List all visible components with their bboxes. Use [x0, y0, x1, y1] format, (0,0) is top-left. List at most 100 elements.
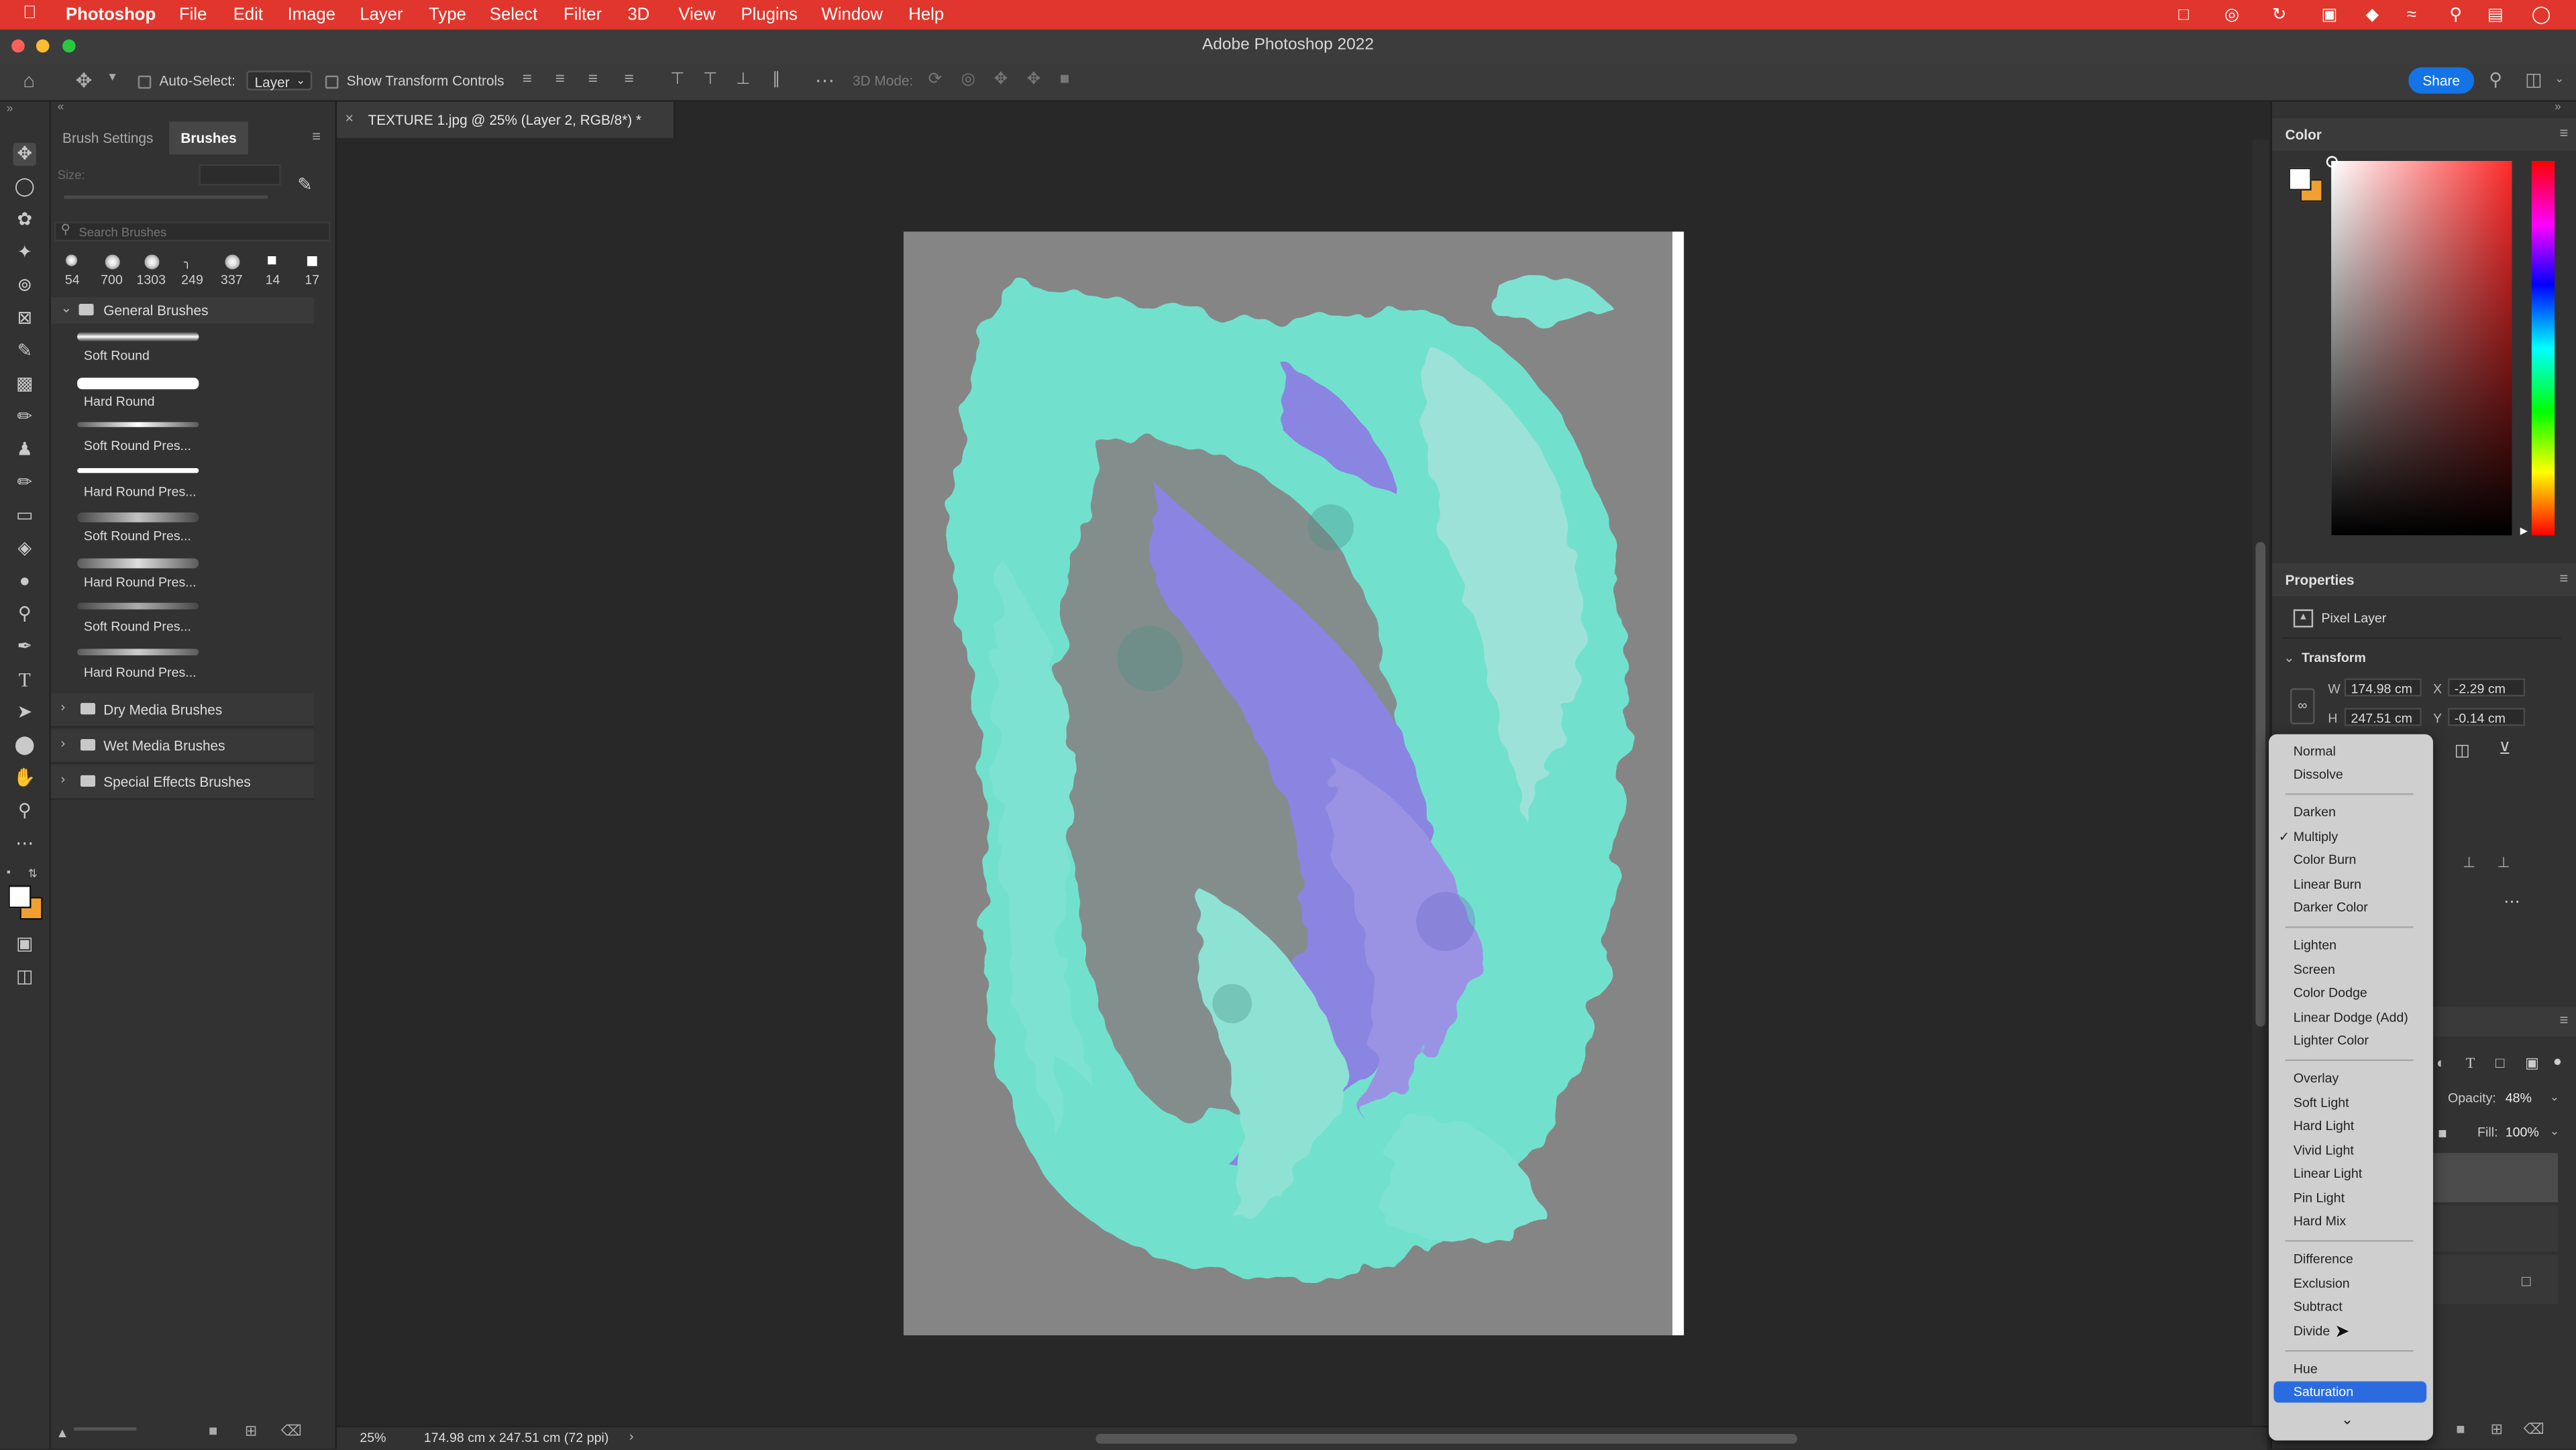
size-field[interactable] — [199, 164, 281, 186]
brush-search-input[interactable] — [78, 223, 325, 240]
transform-section-label[interactable]: Transform — [2302, 651, 2366, 665]
lasso-tool-icon[interactable]: ✿ — [13, 209, 36, 231]
blend-overlay[interactable]: Overlay — [2273, 1068, 2426, 1089]
quick-mask-icon[interactable]: ▣ — [13, 933, 36, 956]
collapse-arrows-icon[interactable]: » — [2555, 102, 2561, 113]
wifi-icon[interactable]: ≈ — [2407, 5, 2416, 24]
magic-wand-tool-icon[interactable]: ✦ — [13, 241, 36, 264]
edit-toolbar-icon[interactable]: ⋯ — [13, 833, 36, 856]
swap-colors-icon[interactable]: ⇅ — [28, 867, 38, 881]
layer-row-selected[interactable] — [2430, 1153, 2559, 1203]
zoom-level[interactable]: 25% — [360, 1431, 386, 1445]
brush-tool-icon[interactable]: ✏ — [13, 406, 36, 429]
recent-brush-dot[interactable] — [65, 254, 78, 266]
blend-lighten[interactable]: Lighten — [2273, 934, 2426, 956]
blend-lighter-color[interactable]: Lighter Color — [2273, 1030, 2426, 1052]
width-field[interactable]: 174.98 cm — [2344, 678, 2422, 697]
menu-image[interactable]: Image — [288, 5, 335, 24]
notification-icon[interactable]: ◆ — [2366, 5, 2379, 24]
menu-window[interactable]: Window — [821, 5, 882, 24]
pen-tool-icon[interactable]: ✒ — [13, 636, 36, 659]
healing-brush-tool-icon[interactable]: ▩ — [13, 373, 36, 396]
vertical-scrollbar[interactable] — [2252, 140, 2269, 1426]
brush-folder-special-effects[interactable]: › Special Effects Brushes — [50, 765, 314, 800]
blend-color-dodge[interactable]: Color Dodge — [2273, 982, 2426, 1003]
menu-file[interactable]: File — [179, 5, 207, 24]
thumbnail-size-slider[interactable] — [74, 1427, 137, 1431]
size-slider[interactable] — [64, 195, 268, 199]
new-layer-icon[interactable]: ⊞ — [2491, 1420, 2503, 1439]
eyedropper-tool-icon[interactable]: ✎ — [13, 340, 36, 363]
brush-options-icon[interactable]: ✎ — [297, 174, 313, 195]
recent-brush-dot[interactable] — [225, 254, 240, 270]
blend-linear-dodge[interactable]: Linear Dodge (Add) — [2273, 1007, 2426, 1028]
blend-subtract[interactable]: Subtract — [2273, 1296, 2426, 1317]
collapse-arrows-icon[interactable]: « — [58, 102, 64, 113]
workspace-icon[interactable]: ◫ — [2525, 69, 2542, 90]
horizontal-scroll-thumb[interactable] — [1095, 1433, 1798, 1444]
align-top-icon[interactable]: ⊤ — [670, 70, 684, 89]
chevron-down-icon[interactable]: ⌄ — [2284, 651, 2294, 665]
trash-icon[interactable]: ⌫ — [281, 1423, 302, 1441]
blend-hue[interactable]: Hue — [2273, 1358, 2426, 1380]
chevron-right-icon[interactable]: › — [629, 1429, 634, 1444]
hue-slider[interactable] — [2531, 161, 2555, 536]
hue-slider-handle[interactable]: ▶ — [2520, 526, 2528, 537]
align-center-icon[interactable]: ≡ — [555, 70, 565, 89]
orbit-3d-icon[interactable]: ⟳ — [928, 70, 943, 89]
fill-value[interactable]: 100% — [2506, 1125, 2539, 1140]
roll-3d-icon[interactable]: ◎ — [961, 70, 975, 89]
new-folder-icon[interactable]: ■ — [209, 1423, 217, 1439]
panel-menu-icon[interactable]: ≡ — [2560, 570, 2569, 586]
distribute-icon[interactable]: ⊥ — [2497, 854, 2510, 872]
layer-row[interactable] — [2430, 1205, 2559, 1252]
filter-toggle-icon[interactable]: ● — [2553, 1053, 2562, 1069]
blend-hard-mix[interactable]: Hard Mix — [2273, 1211, 2426, 1232]
blend-color-burn[interactable]: Color Burn — [2273, 849, 2426, 871]
display-icon[interactable]: ▣ — [2321, 5, 2337, 24]
menu-plugins[interactable]: Plugins — [741, 5, 797, 24]
new-group-icon[interactable]: ■ — [2456, 1420, 2465, 1437]
chevron-down-icon[interactable]: ⌄ — [2555, 72, 2564, 85]
blend-hard-light[interactable]: Hard Light — [2273, 1115, 2426, 1137]
siri-icon[interactable]: ◯ — [2532, 5, 2551, 24]
menu-layer[interactable]: Layer — [360, 5, 402, 24]
height-field[interactable]: 247.51 cm — [2344, 708, 2422, 726]
minimize-window-button[interactable] — [36, 39, 50, 53]
control-center-icon[interactable]: ▤ — [2487, 5, 2504, 24]
brush-item[interactable]: Hard Round Pres... — [74, 555, 337, 600]
flip-vertical-icon[interactable]: ⊻ — [2499, 740, 2511, 759]
spotlight-icon[interactable]: ⚲ — [2449, 5, 2462, 24]
menu-filter[interactable]: Filter — [564, 5, 602, 24]
tab-brush-settings[interactable]: Brush Settings — [51, 121, 165, 154]
align-left-icon[interactable]: ≡ — [523, 70, 532, 89]
document-tab[interactable]: × TEXTURE 1.jpg @ 25% (Layer 2, RGB/8*) … — [337, 101, 676, 138]
menu-select[interactable]: Select — [490, 5, 537, 24]
blend-divide[interactable]: Divide — [2273, 1321, 2426, 1342]
show-transform-checkbox[interactable] — [325, 75, 339, 89]
link-dimensions-icon[interactable]: ∞ — [2290, 688, 2315, 725]
blur-tool-icon[interactable]: ● — [13, 570, 36, 593]
chevron-down-icon[interactable]: ⌄ — [2550, 1125, 2559, 1138]
blend-darken[interactable]: Darken — [2273, 801, 2426, 823]
blend-vivid-light[interactable]: Vivid Light — [2273, 1140, 2426, 1162]
crop-tool-icon[interactable]: ⊚ — [13, 274, 36, 297]
recent-brush-dot[interactable] — [105, 254, 120, 270]
layer-row[interactable]: □ — [2430, 1255, 2559, 1304]
panel-menu-icon[interactable]: ≡ — [2560, 125, 2569, 141]
frame-tool-icon[interactable]: ⊠ — [13, 307, 36, 330]
scale-3d-icon[interactable]: ■ — [1060, 70, 1070, 89]
color-picker-cursor[interactable] — [2326, 156, 2338, 168]
new-brush-icon[interactable]: ⊞ — [245, 1423, 257, 1441]
scroll-down-chevron-icon[interactable]: ⌄ — [2341, 1411, 2353, 1429]
home-icon[interactable]: ⌂ — [23, 69, 35, 92]
share-button[interactable]: Share — [2408, 67, 2475, 94]
recent-brush-square[interactable] — [268, 256, 276, 265]
brush-item[interactable]: Hard Round Pres... — [74, 645, 337, 689]
blend-soft-light[interactable]: Soft Light — [2273, 1093, 2426, 1114]
blend-linear-burn[interactable]: Linear Burn — [2273, 874, 2426, 895]
blend-multiply[interactable]: ✓ Multiply — [2273, 826, 2426, 848]
clone-stamp-tool-icon[interactable]: ♟ — [13, 439, 36, 461]
brush-item[interactable]: Soft Round Pres... — [74, 600, 337, 644]
foreground-color-swatch[interactable] — [2288, 167, 2312, 191]
